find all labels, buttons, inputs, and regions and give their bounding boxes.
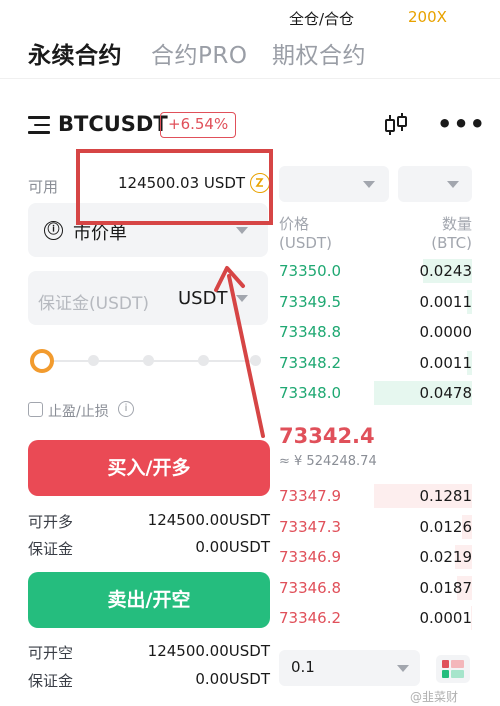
tpsl-checkbox[interactable]: [28, 402, 43, 417]
short-margin-label: 保证金: [28, 672, 74, 690]
bid-row[interactable]: 73347.9 0.1281: [279, 484, 472, 508]
more-icon[interactable]: •••: [437, 112, 486, 136]
ask-row[interactable]: 73349.5 0.0011: [279, 289, 473, 314]
tab-contract-pro[interactable]: 合约PRO: [151, 36, 247, 70]
chevron-down-icon: [447, 181, 459, 188]
order-price: 73346.9: [279, 548, 342, 566]
order-qty: 0.0000: [419, 323, 473, 341]
price-header: 价格 (USDT): [279, 215, 332, 252]
bid-row[interactable]: 73346.8 0.0187: [279, 575, 473, 600]
ask-row[interactable]: 73350.0 0.0243: [279, 259, 472, 283]
order-qty: 0.0478: [419, 384, 473, 402]
available-label: 可用: [28, 178, 59, 196]
margin-unit-select[interactable]: USDT: [178, 288, 227, 309]
order-price: 73348.2: [279, 353, 342, 372]
slider-thumb[interactable]: [30, 349, 54, 373]
leverage-value: 200X: [408, 8, 447, 26]
order-price: 73347.3: [279, 517, 342, 536]
ask-row[interactable]: 73348.2 0.0011: [279, 350, 473, 375]
sell-short-button[interactable]: 卖出/开空: [28, 572, 270, 628]
slider-stop[interactable]: [198, 355, 209, 366]
qty-header: 数量 (BTC): [431, 215, 472, 252]
last-price: 73342.4: [279, 424, 375, 448]
tab-perpetual[interactable]: 永续合约: [28, 36, 122, 70]
max-short-label: 可开空: [28, 644, 74, 662]
long-margin-label: 保证金: [28, 540, 74, 558]
slider-stop[interactable]: [143, 355, 154, 366]
pair-name[interactable]: BTCUSDT: [58, 112, 168, 136]
order-qty: 0.0219: [419, 548, 473, 566]
slider-stop[interactable]: [88, 355, 99, 366]
slider-stop[interactable]: [250, 355, 261, 366]
leverage-select[interactable]: [398, 166, 472, 202]
order-price: 73349.5: [279, 292, 342, 311]
order-qty: 0.0243: [419, 262, 473, 280]
tab-options[interactable]: 期权合约: [272, 36, 366, 70]
candlestick-icon[interactable]: [382, 112, 410, 138]
order-qty: 0.0001: [419, 609, 473, 627]
margin-mode-value: 全仓/合仓: [289, 10, 355, 28]
order-price: 73346.8: [279, 578, 342, 597]
max-long-label: 可开多: [28, 513, 74, 531]
order-price: 73350.0: [279, 262, 342, 280]
bid-row[interactable]: 73346.2 0.0001: [279, 606, 472, 630]
order-qty: 0.0011: [419, 353, 473, 372]
fiat-price: ≈ ¥ 524248.74: [279, 454, 377, 469]
chevron-down-icon: [236, 295, 248, 302]
orderbook-layout-icon[interactable]: [436, 655, 470, 683]
chevron-down-icon: [397, 665, 409, 672]
margin-placeholder: 保证金(USDT): [38, 294, 149, 314]
max-short-value: 124500.00USDT: [147, 642, 270, 660]
max-long-value: 124500.00USDT: [147, 511, 270, 529]
order-price: 73347.9: [279, 487, 342, 505]
bid-row[interactable]: 73347.3 0.0126: [279, 514, 473, 539]
annotation-highlight-box: [76, 149, 273, 225]
order-price: 73348.0: [279, 384, 342, 402]
long-margin-value: 0.00USDT: [195, 538, 270, 556]
change-badge: +6.54%: [160, 112, 237, 138]
chevron-down-icon: [236, 227, 248, 234]
order-qty: 0.0187: [419, 578, 473, 597]
order-qty: 0.0126: [419, 517, 473, 536]
buy-long-button[interactable]: 买入/开多: [28, 440, 270, 496]
order-qty: 0.0011: [419, 292, 473, 311]
order-qty: 0.1281: [419, 487, 473, 505]
ask-row[interactable]: 73348.8 0.0000: [279, 320, 472, 344]
order-price: 73348.8: [279, 323, 342, 341]
short-margin-value: 0.00USDT: [195, 670, 270, 688]
order-price: 73346.2: [279, 609, 342, 627]
menu-icon[interactable]: [28, 116, 50, 134]
ask-row[interactable]: 73348.0 0.0478: [279, 381, 472, 405]
chevron-down-icon: [363, 181, 375, 188]
help-icon[interactable]: i: [118, 401, 134, 417]
bid-row[interactable]: 73346.9 0.0219: [279, 545, 472, 569]
watermark: @韭菜财: [410, 690, 459, 704]
divider: [0, 78, 500, 79]
tpsl-label: 止盈/止损: [48, 404, 109, 420]
precision-value: 0.1: [291, 658, 315, 676]
info-icon[interactable]: ⓘ: [44, 221, 63, 240]
